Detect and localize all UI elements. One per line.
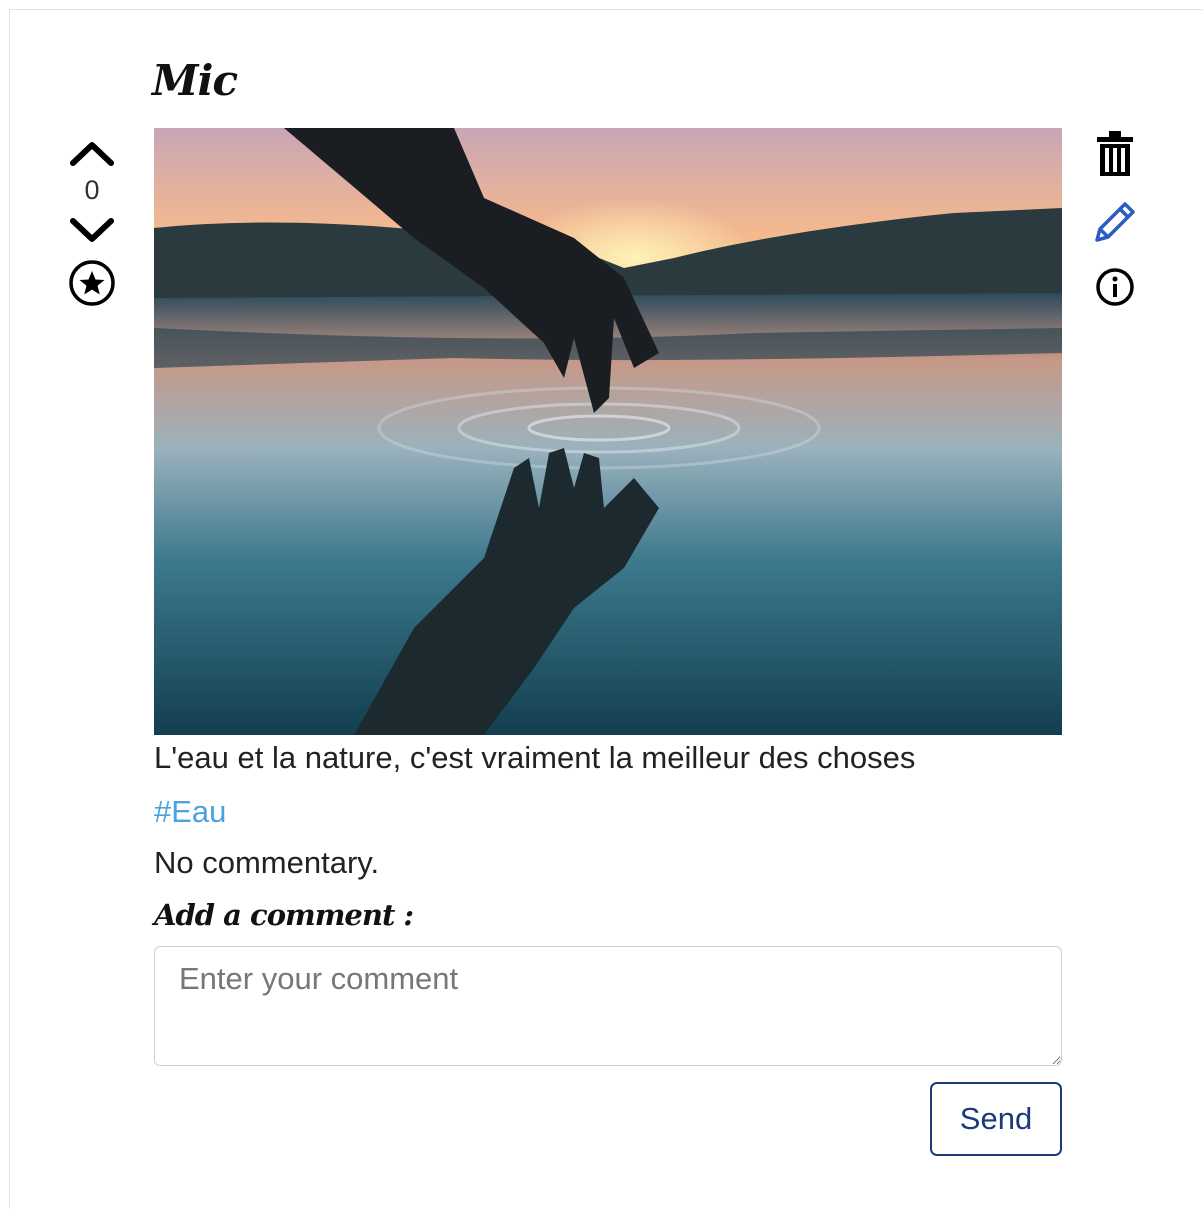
post-author: Mic [152, 56, 238, 105]
add-comment-label: Add a comment : [154, 898, 414, 932]
chevron-down-icon[interactable] [67, 213, 117, 247]
post-caption: L'eau et la nature, c'est vraiment la me… [154, 740, 916, 775]
comments-empty-text: No commentary. [154, 845, 380, 880]
vote-panel: 0 [62, 135, 122, 307]
comment-input[interactable] [154, 946, 1062, 1066]
chevron-up-icon[interactable] [67, 135, 117, 169]
pencil-icon[interactable] [1091, 198, 1139, 246]
trash-icon[interactable] [1094, 130, 1136, 178]
vote-count: 0 [84, 175, 100, 205]
star-circle-icon[interactable] [68, 259, 116, 307]
info-icon[interactable] [1094, 266, 1136, 308]
post-actions [1090, 130, 1140, 328]
hashtag-link[interactable]: #Eau [154, 794, 226, 830]
send-button[interactable]: Send [930, 1082, 1062, 1156]
post-image [154, 128, 1062, 735]
